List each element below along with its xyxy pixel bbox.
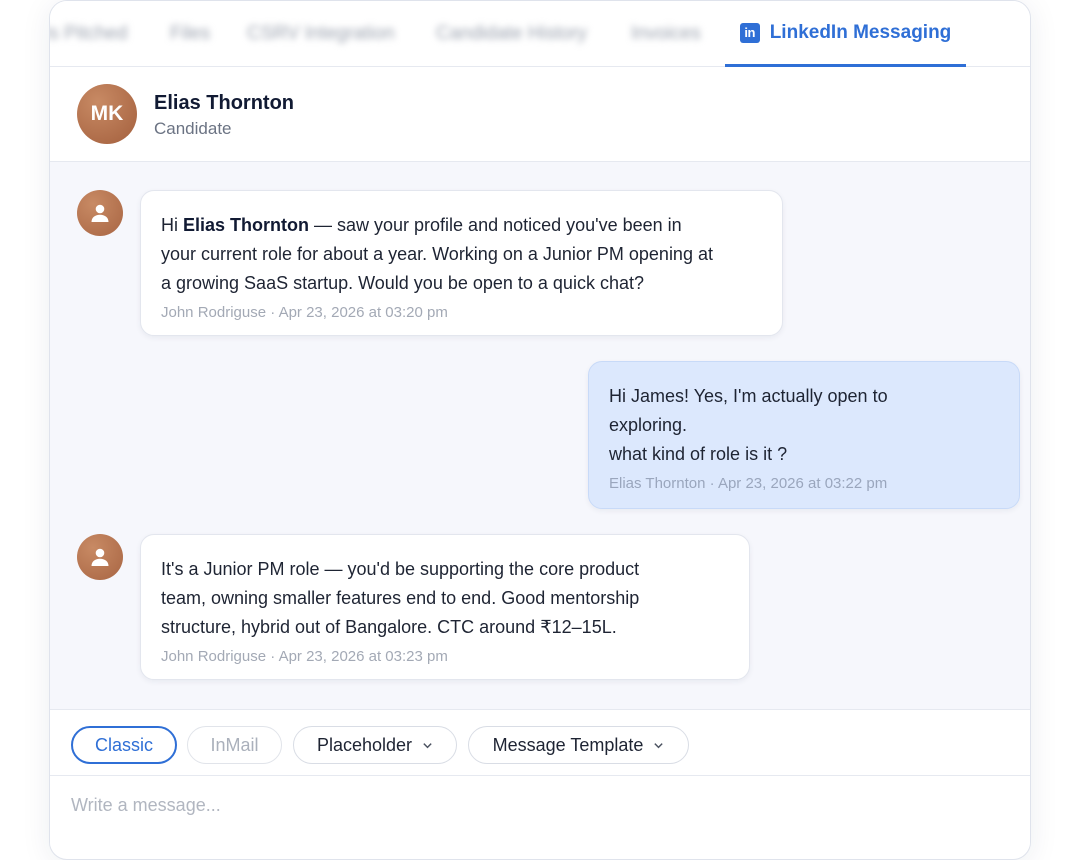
message-text: It's a Junior PM role — you'd be support… (161, 559, 640, 637)
tab-linkedin-messaging-label: LinkedIn Messaging (769, 21, 952, 43)
tab-csrv-integration[interactable]: CSRV Integration (247, 23, 395, 45)
placeholder-dropdown-label: Placeholder (316, 734, 413, 755)
linkedin-icon: in (739, 22, 760, 43)
tab-linkedin-messaging[interactable]: in LinkedIn Messaging (725, 1, 966, 67)
sender-avatar (77, 190, 123, 236)
contact-avatar[interactable]: MK (77, 84, 137, 144)
conversation-header: MK Elias Thornton Candidate (50, 67, 1030, 162)
linkedin-messaging-panel: Is Pitched Files CSRV Integration Candid… (49, 0, 1031, 860)
inmail-button[interactable]: InMail (187, 726, 282, 764)
chevron-down-icon (654, 742, 664, 748)
sender-avatar (77, 534, 123, 580)
message-input[interactable]: Write a message... (71, 795, 221, 816)
message-meta: John Rodriguse · Apr 23, 2026 at 03:23 p… (161, 648, 448, 665)
tab-files[interactable]: Files (170, 23, 210, 45)
message-text: Hi Elias Thornton — saw your profile and… (161, 215, 713, 293)
chevron-down-icon (423, 742, 432, 748)
message-bubble-incoming[interactable]: It's a Junior PM role — you'd be support… (140, 534, 750, 680)
placeholder-dropdown[interactable]: Placeholder (293, 726, 457, 764)
contact-name[interactable]: Elias Thornton (154, 92, 294, 115)
message-meta: Elias Thornton · Apr 23, 2026 at 03:22 p… (609, 475, 888, 492)
message-text: Hi James! Yes, I'm actually open to expl… (609, 386, 888, 464)
classic-button[interactable]: Classic (71, 726, 177, 764)
message-template-dropdown[interactable]: Message Template (468, 726, 689, 764)
tab-invoices[interactable]: Invoices (631, 23, 701, 45)
user-icon (91, 204, 109, 222)
composer-toolbar: Classic InMail Placeholder Message Templ… (50, 709, 1030, 776)
user-icon (91, 548, 109, 566)
message-bubble-outgoing[interactable]: Hi James! Yes, I'm actually open to expl… (588, 361, 1020, 509)
message-composer[interactable]: Write a message... (50, 776, 1030, 848)
message-template-dropdown-label: Message Template (492, 734, 644, 755)
tab-bar: Is Pitched Files CSRV Integration Candid… (50, 1, 1030, 67)
message-bubble-incoming[interactable]: Hi Elias Thornton — saw your profile and… (140, 190, 783, 336)
tab-is-pitched[interactable]: Is Pitched (50, 23, 127, 45)
contact-role: Candidate (154, 119, 232, 138)
tab-candidate-history[interactable]: Candidate History (436, 23, 587, 45)
message-thread[interactable]: Hi Elias Thornton — saw your profile and… (50, 162, 1030, 709)
message-meta: John Rodriguse · Apr 23, 2026 at 03:20 p… (161, 304, 448, 321)
